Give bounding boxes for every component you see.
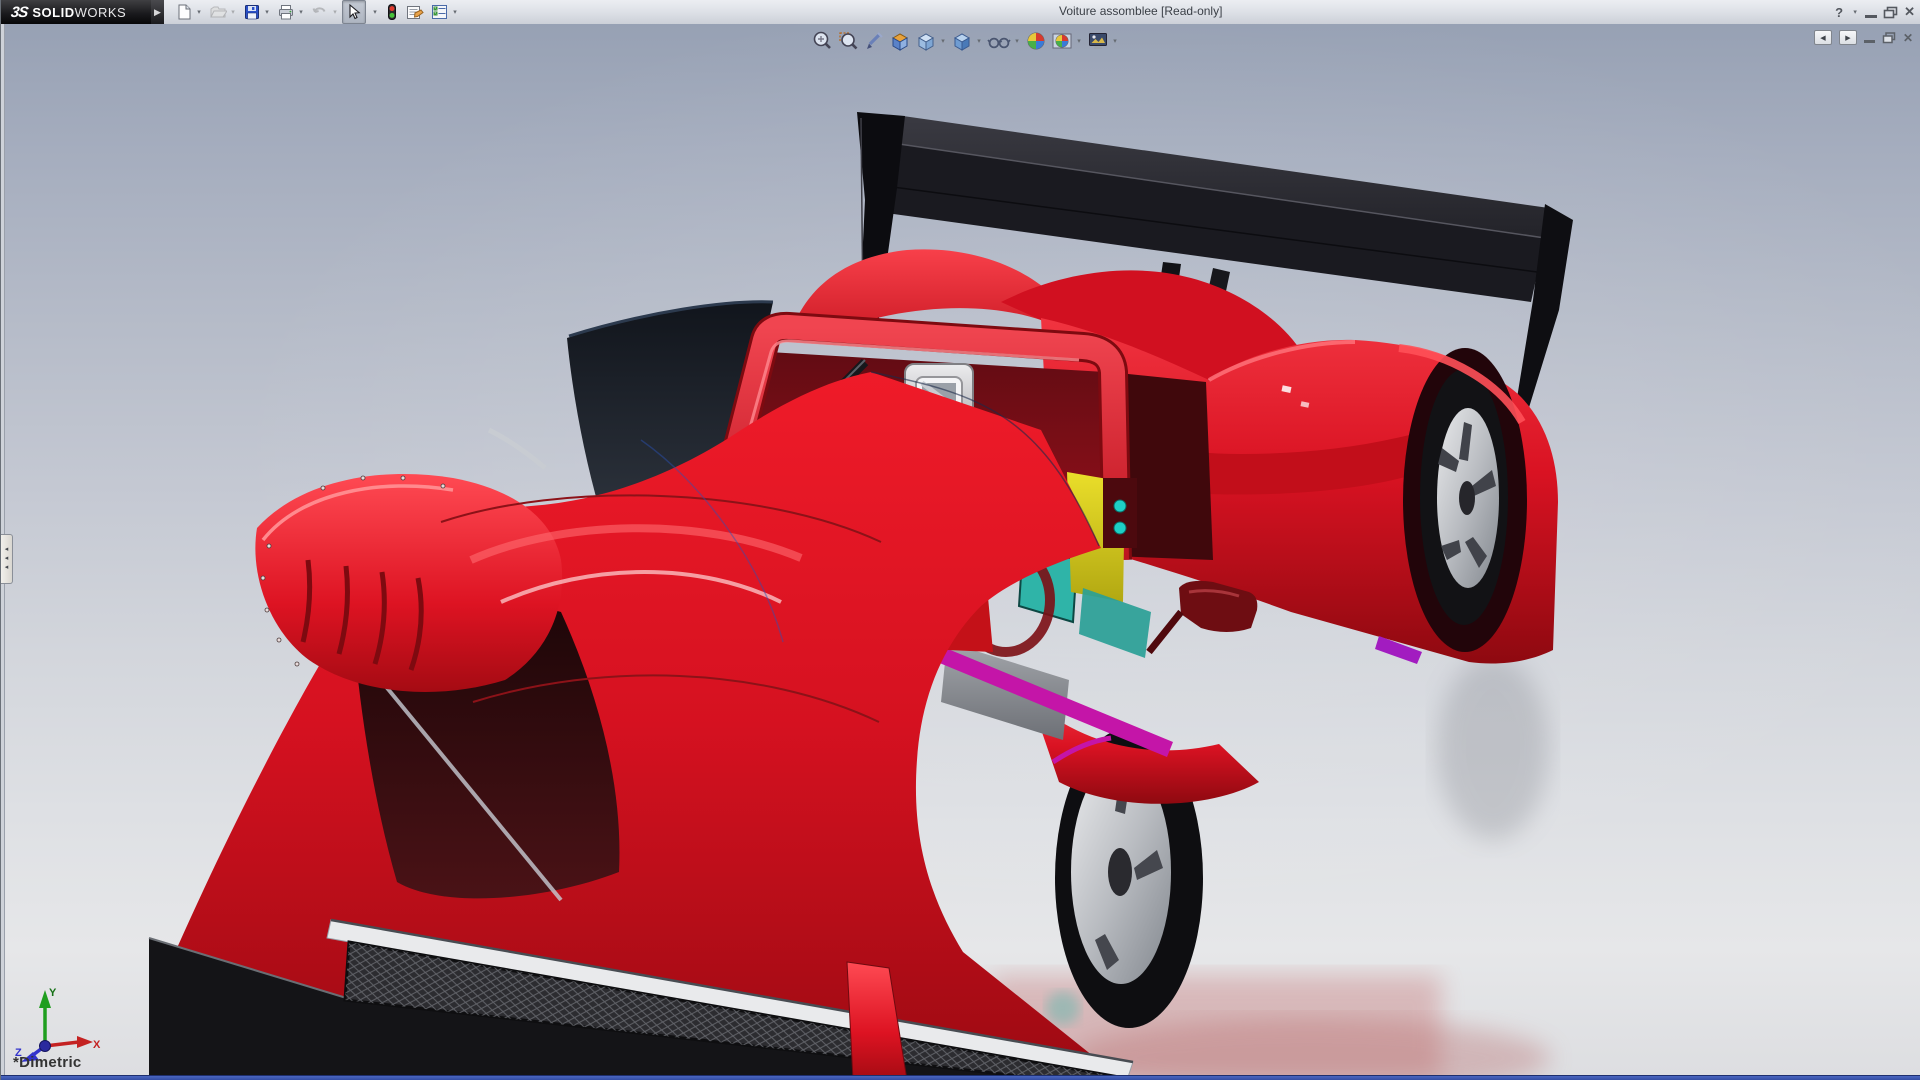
eyeglasses-icon <box>987 30 1011 52</box>
feature-pane-splitter-tab[interactable]: ◂ ◂ ◂ <box>1 534 13 584</box>
help-button[interactable]: ? <box>1835 5 1843 20</box>
section-view-button[interactable] <box>887 29 913 53</box>
display-style-icon <box>951 30 973 52</box>
zoom-to-area-button[interactable] <box>835 29 861 53</box>
document-minimize-button[interactable] <box>1864 40 1875 43</box>
view-settings-icon <box>1087 30 1109 52</box>
document-restore-button[interactable] <box>1882 32 1896 44</box>
brand-name-light: WORKS <box>75 5 127 20</box>
traffic-light-icon <box>385 3 399 21</box>
traffic-light-button[interactable] <box>382 0 402 24</box>
model-canvas-red-race-car[interactable] <box>1 24 1920 1075</box>
brand-name-bold: SOLID <box>32 5 74 20</box>
document-close-button[interactable]: ✕ <box>1903 31 1913 45</box>
save-dropdown-caret-icon[interactable]: ▾ <box>263 8 271 16</box>
select-tool-button[interactable] <box>342 0 366 24</box>
window-title: Voiture assomblee [Read-only] <box>1059 4 1222 18</box>
save-floppy-icon <box>243 3 261 21</box>
open-folder-icon <box>209 3 227 21</box>
title-bar: 3S SOLIDWORKS ▶ ▾ ▾ ▾ ▾ ▾ <box>1 0 1920 25</box>
window-controls: ? ▾ ✕ <box>1835 0 1915 24</box>
logo-overflow-chevron-icon[interactable]: ▶ <box>151 0 164 24</box>
apply-scene-icon <box>1051 30 1073 52</box>
open-dropdown-caret-icon[interactable]: ▾ <box>229 8 237 16</box>
appearance-ball-icon <box>1025 30 1047 52</box>
zoom-to-fit-icon <box>811 30 833 52</box>
options-checklist-button[interactable]: ▾ <box>427 0 462 24</box>
close-button[interactable]: ✕ <box>1904 4 1915 20</box>
help-dropdown-caret-icon[interactable]: ▾ <box>1851 8 1859 16</box>
view-orientation-icon <box>915 30 937 52</box>
status-bar-edge <box>1 1075 1920 1080</box>
select-dropdown-button[interactable]: ▾ <box>366 0 382 24</box>
collapse-arrow-icon: ◂ <box>5 556 9 562</box>
section-view-icon <box>889 30 911 52</box>
new-dropdown-caret-icon[interactable]: ▾ <box>195 8 203 16</box>
select-arrow-icon <box>345 3 363 21</box>
hide-show-items-button[interactable]: ▾ <box>985 29 1023 53</box>
view-orientation-label: *Dimetric <box>13 1054 82 1071</box>
edit-appearance-button[interactable] <box>1023 29 1049 53</box>
heads-up-view-toolbar: ▾ ▾ ▾ ▾ ▾ <box>809 28 1121 54</box>
undo-icon <box>311 3 329 21</box>
save-button[interactable]: ▾ <box>240 0 274 24</box>
collapse-arrow-icon: ◂ <box>5 565 9 571</box>
solidworks-window: 3S SOLIDWORKS ▶ ▾ ▾ ▾ ▾ ▾ <box>0 0 1920 1080</box>
triad-y-label: Y <box>49 987 57 999</box>
triad-x-label: X <box>93 1039 101 1051</box>
restore-button[interactable] <box>1883 6 1898 19</box>
new-document-button[interactable]: ▾ <box>172 0 206 24</box>
zoom-to-area-icon <box>837 30 859 52</box>
collapse-pane-left-button[interactable]: ◀ <box>1814 30 1832 45</box>
undo-button[interactable]: ▾ <box>308 0 342 24</box>
reference-triad: Y X Z <box>13 984 103 1062</box>
view-orientation-button[interactable]: ▾ <box>913 29 949 53</box>
options-checklist-icon <box>430 3 449 21</box>
display-style-button[interactable]: ▾ <box>949 29 985 53</box>
open-button[interactable]: ▾ <box>206 0 240 24</box>
document-window-controls: ◀ ▶ ✕ <box>1814 30 1913 45</box>
view-orientation-caret-icon[interactable]: ▾ <box>939 37 947 45</box>
note-pad-icon <box>405 3 424 21</box>
view-settings-button[interactable]: ▾ <box>1085 29 1121 53</box>
undo-dropdown-caret-icon[interactable]: ▾ <box>331 8 339 16</box>
collapse-arrow-icon: ◂ <box>5 547 9 553</box>
options-dropdown-caret-icon[interactable]: ▾ <box>451 8 459 16</box>
previous-view-button[interactable] <box>861 29 887 53</box>
note-pad-button[interactable] <box>402 0 427 24</box>
hide-show-caret-icon[interactable]: ▾ <box>1013 37 1021 45</box>
display-style-caret-icon[interactable]: ▾ <box>975 37 983 45</box>
new-document-icon <box>175 3 193 21</box>
print-button[interactable]: ▾ <box>274 0 308 24</box>
previous-view-icon <box>863 30 885 52</box>
print-dropdown-caret-icon[interactable]: ▾ <box>297 8 305 16</box>
zoom-to-fit-button[interactable] <box>809 29 835 53</box>
solidworks-logo: 3S SOLIDWORKS <box>1 0 151 24</box>
main-toolbar: ▾ ▾ ▾ ▾ ▾ ▾ <box>172 0 462 24</box>
view-settings-caret-icon[interactable]: ▾ <box>1111 37 1119 45</box>
minimize-button[interactable] <box>1865 15 1877 18</box>
select-dropdown-caret-icon[interactable]: ▾ <box>371 8 379 16</box>
collapse-pane-right-button[interactable]: ▶ <box>1839 30 1857 45</box>
print-icon <box>277 3 295 21</box>
brand-mark: 3S <box>10 4 29 21</box>
apply-scene-caret-icon[interactable]: ▾ <box>1075 37 1083 45</box>
graphics-viewport: ▾ ▾ ▾ ▾ ▾ ◀ ▶ <box>1 24 1920 1075</box>
apply-scene-button[interactable]: ▾ <box>1049 29 1085 53</box>
